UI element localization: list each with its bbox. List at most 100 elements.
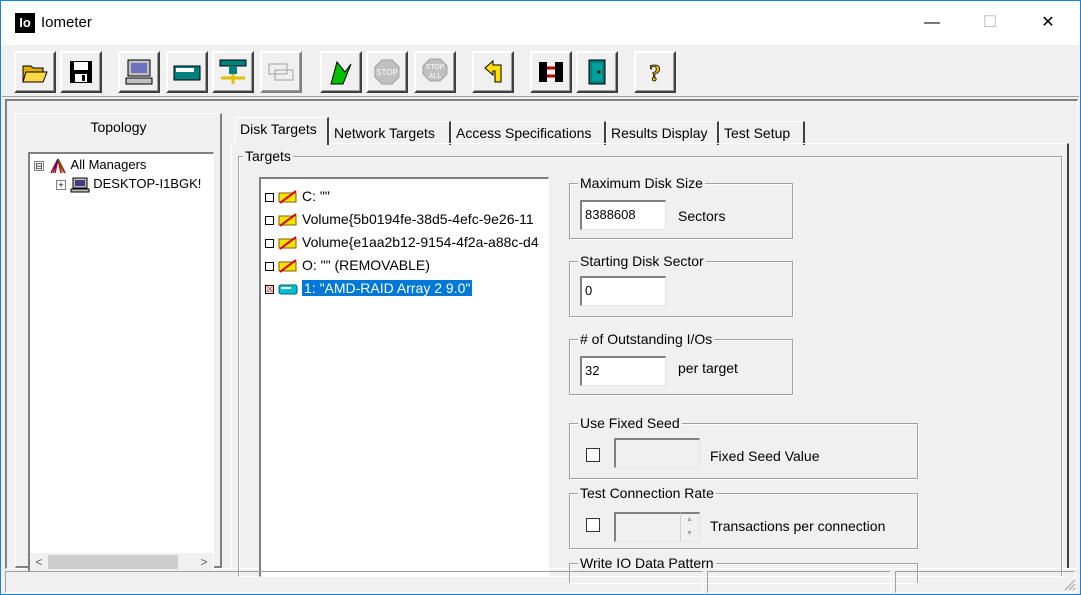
max-disk-size-input[interactable]: 8388608	[580, 200, 666, 230]
target-item[interactable]: Volume{e1aa2b12-9154-4f2a-a88c-d4	[265, 232, 539, 252]
unprepared-drive-icon	[278, 190, 297, 205]
unprepared-drive-icon	[278, 259, 297, 274]
collapse-icon[interactable]: ⊟	[34, 160, 44, 171]
tree-item-label: DESKTOP-I1BGK!	[93, 176, 202, 191]
target-label: Volume{e1aa2b12-9154-4f2a-a88c-d4	[302, 234, 539, 250]
iometer-window: Io Iometer — ☐ ✕ STOP STOP ALL ? Topolog…	[0, 0, 1081, 595]
open-icon	[22, 65, 48, 83]
connection-rate-group: Test Connection Rate ▲ ▼ Transactions pe…	[569, 484, 918, 549]
outstanding-ios-title: # of Outstanding I/Os	[578, 330, 715, 348]
start-manager-button[interactable]	[118, 51, 160, 93]
scroll-thumb[interactable]	[48, 555, 178, 569]
minimize-button[interactable]: —	[903, 1, 961, 45]
copy-worker-icon	[268, 63, 294, 81]
start-tests-button[interactable]	[320, 51, 362, 93]
target-label: C: ""	[302, 188, 330, 204]
fixed-seed-checkbox[interactable]	[586, 448, 600, 462]
target-item[interactable]: C: ""	[265, 186, 330, 206]
title-bar[interactable]: Io Iometer — ☐ ✕	[1, 1, 1080, 45]
spin-down-icon[interactable]: ▼	[681, 527, 698, 541]
save-button[interactable]	[60, 51, 102, 93]
stop-all-button[interactable]: STOP ALL	[414, 51, 456, 93]
exit-button[interactable]	[576, 51, 618, 93]
scroll-left-arrow[interactable]: <	[30, 553, 48, 571]
starting-sector-title: Starting Disk Sector	[578, 252, 706, 270]
starting-sector-input[interactable]: 0	[580, 276, 666, 306]
tab-results-display[interactable]: Results Display	[606, 121, 719, 145]
scroll-right-arrow[interactable]: >	[195, 553, 213, 571]
physical-disk-icon	[278, 284, 298, 295]
main-area: Topology ⊟ All Managers + DESKTOP-I1BGK!…	[5, 99, 1078, 583]
target-checkbox[interactable]	[265, 261, 274, 271]
toolbar: STOP STOP ALL ?	[2, 45, 1079, 97]
help-button[interactable]: ?	[634, 51, 676, 93]
target-item[interactable]: Volume{5b0194fe-38d5-4efc-9e26-11	[265, 209, 534, 229]
tab-network-targets[interactable]: Network Targets	[329, 121, 451, 145]
status-pane-main	[5, 571, 703, 593]
fixed-seed-input[interactable]	[614, 438, 700, 468]
targets-list[interactable]: C: "" Volume{5b0194fe-38d5-4efc-9e26-11 …	[259, 177, 549, 577]
target-checkbox[interactable]	[265, 215, 274, 225]
topology-hscrollbar[interactable]: < >	[30, 553, 213, 571]
disk-targets-page: Targets C: "" Volume{5b0194fe-38d5-4efc-…	[231, 143, 1069, 583]
tab-access-specifications[interactable]: Access Specifications	[451, 121, 606, 145]
connection-rate-spinner[interactable]: ▲ ▼	[680, 513, 698, 541]
target-checkbox-checked[interactable]: ☒	[265, 284, 274, 294]
stop-button[interactable]: STOP	[366, 51, 408, 93]
maximize-button[interactable]: ☐	[961, 1, 1019, 45]
help-icon: ?	[649, 61, 662, 86]
fixed-seed-title: Use Fixed Seed	[578, 414, 682, 432]
disconnect-icon	[539, 62, 563, 82]
help-glyph: ?	[649, 61, 661, 86]
tree-item-desktop[interactable]: + DESKTOP-I1BGK!	[56, 175, 201, 193]
tree-item-all-managers[interactable]: ⊟ All Managers	[34, 156, 146, 174]
target-label: Volume{5b0194fe-38d5-4efc-9e26-11	[302, 211, 534, 227]
computer-icon	[125, 59, 153, 85]
write-io-pattern-title: Write IO Data Pattern	[578, 554, 716, 572]
resize-grip-icon[interactable]	[1062, 577, 1076, 591]
close-button[interactable]: ✕	[1019, 1, 1077, 45]
tree-item-label: All Managers	[70, 157, 147, 172]
reset-arrow-icon	[484, 59, 502, 83]
disk-worker-icon	[173, 65, 201, 81]
outstanding-ios-group: # of Outstanding I/Os 32 per target	[569, 330, 793, 395]
stop-icon: STOP	[374, 59, 400, 85]
spin-up-icon[interactable]: ▲	[681, 513, 698, 527]
open-button[interactable]	[14, 51, 56, 93]
topology-tree[interactable]: ⊟ All Managers + DESKTOP-I1BGK! < >	[28, 152, 214, 572]
tab-panel: Disk Targets Network Targets Access Spec…	[225, 113, 1077, 583]
reset-workers-button[interactable]	[472, 51, 514, 93]
new-disk-worker-button[interactable]	[166, 51, 208, 93]
connection-rate-title: Test Connection Rate	[578, 484, 716, 502]
connection-rate-checkbox[interactable]	[586, 518, 600, 532]
unprepared-drive-icon	[278, 213, 297, 228]
fixed-seed-group: Use Fixed Seed Fixed Seed Value	[569, 414, 918, 479]
save-icon	[70, 61, 92, 83]
exit-door-icon	[588, 59, 606, 85]
target-label-selected: 1: "AMD-RAID Array 2 9.0"	[302, 280, 473, 296]
max-disk-size-group: Maximum Disk Size 8388608 Sectors	[569, 174, 793, 239]
per-target-label: per target	[678, 360, 738, 376]
sectors-label: Sectors	[678, 208, 726, 224]
targets-group: Targets C: "" Volume{5b0194fe-38d5-4efc-…	[238, 147, 1062, 583]
all-managers-icon	[49, 158, 66, 173]
iometer-app-icon: Io	[15, 13, 35, 33]
window-title: Iometer	[41, 14, 92, 31]
target-item-selected[interactable]: ☒ 1: "AMD-RAID Array 2 9.0"	[265, 278, 473, 298]
target-checkbox[interactable]	[265, 192, 274, 202]
target-item[interactable]: O: "" (REMOVABLE)	[265, 255, 430, 275]
transactions-label: Transactions per connection	[710, 518, 886, 534]
max-disk-size-title: Maximum Disk Size	[578, 174, 705, 192]
target-checkbox[interactable]	[265, 238, 274, 248]
tab-test-setup[interactable]: Test Setup	[719, 121, 805, 145]
new-network-worker-button[interactable]	[212, 51, 254, 93]
expand-icon[interactable]: +	[56, 179, 66, 190]
disconnect-button[interactable]	[530, 51, 572, 93]
stop-all-label-1: STOP	[426, 64, 445, 71]
copy-worker-button[interactable]	[260, 51, 302, 93]
stop-all-icon: STOP ALL	[422, 58, 448, 82]
outstanding-ios-input[interactable]: 32	[580, 356, 666, 386]
target-label: O: "" (REMOVABLE)	[302, 257, 430, 273]
tab-disk-targets[interactable]: Disk Targets	[235, 117, 329, 145]
status-pane-3	[895, 571, 1075, 593]
